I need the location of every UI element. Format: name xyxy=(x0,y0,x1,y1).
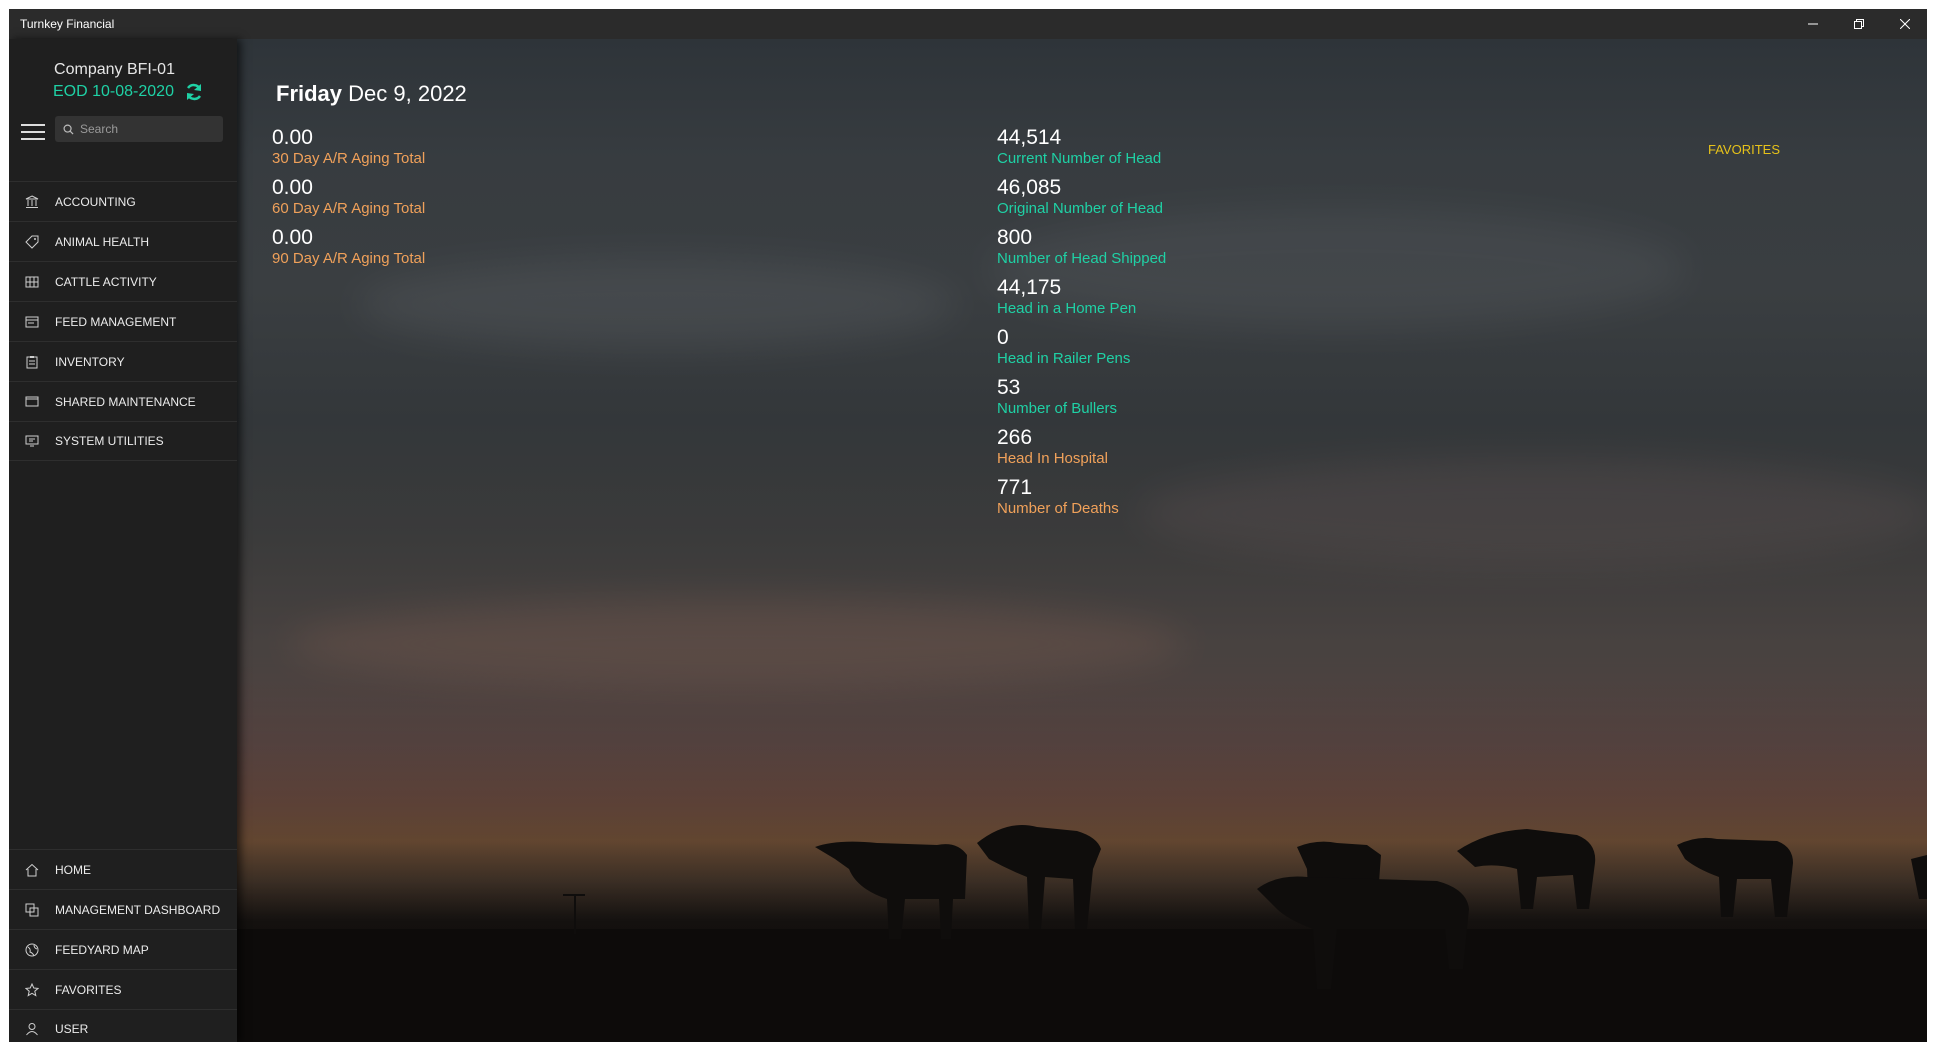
nav-item-label: USER xyxy=(55,1022,89,1036)
nav-item-label: INVENTORY xyxy=(55,354,125,369)
original-head-stat: 46,085 Original Number of Head xyxy=(997,176,1163,217)
close-icon xyxy=(1900,19,1910,29)
hamburger-menu-icon[interactable] xyxy=(21,124,45,140)
stat-label: 90 Day A/R Aging Total xyxy=(272,250,426,267)
app-window: Turnkey Financial Company BFI-01 EOD 10-… xyxy=(9,9,1927,1042)
stat-value: 0.00 xyxy=(272,176,313,199)
stat-label: Head in Railer Pens xyxy=(997,350,1131,367)
nav-item-home[interactable]: HOME xyxy=(9,849,237,889)
eod-label: EOD 10-08-2020 xyxy=(53,83,174,100)
background-cloud xyxy=(357,259,957,349)
nav-item-animal-health[interactable]: ANIMAL HEALTH xyxy=(9,221,237,261)
stat-value: 44,514 xyxy=(997,126,1062,149)
stat-value: 44,175 xyxy=(997,276,1062,299)
day-name: Friday xyxy=(276,81,343,106)
stat-label: 30 Day A/R Aging Total xyxy=(272,150,426,167)
nav-item-cattle-activity[interactable]: CATTLE ACTIVITY xyxy=(9,261,237,301)
stat-label: Number of Bullers xyxy=(997,400,1118,417)
stat-value: 46,085 xyxy=(997,176,1062,199)
deaths-stat: 771 Number of Deaths xyxy=(997,476,1119,517)
stat-value: 0.00 xyxy=(272,126,313,149)
stat-value: 771 xyxy=(997,476,1033,499)
nav-item-shared-maintenance[interactable]: SHARED MAINTENANCE xyxy=(9,381,237,421)
title-bar: Turnkey Financial xyxy=(9,9,1927,39)
date-text: Dec 9, 2022 xyxy=(348,81,467,106)
nav-item-label: FEED MANAGEMENT xyxy=(55,314,177,329)
grid-icon xyxy=(24,274,40,290)
aging-30-stat: 0.00 30 Day A/R Aging Total xyxy=(272,126,425,167)
nav-item-label: MANAGEMENT DASHBOARD xyxy=(55,902,221,917)
clipboard-icon xyxy=(24,354,40,370)
restore-icon xyxy=(1854,19,1864,29)
search-input[interactable] xyxy=(80,122,210,136)
stat-value: 800 xyxy=(997,226,1033,249)
minimize-button[interactable] xyxy=(1790,9,1836,39)
company-name: Company BFI-01 xyxy=(54,61,175,78)
nav-item-label: ACCOUNTING xyxy=(55,194,136,209)
favorites-link[interactable]: FAVORITES xyxy=(1708,142,1780,157)
globe-icon xyxy=(24,942,40,958)
close-button[interactable] xyxy=(1882,9,1927,39)
nav-item-accounting[interactable]: ACCOUNTING xyxy=(9,181,237,221)
star-icon xyxy=(24,982,40,998)
nav-item-label: CATTLE ACTIVITY xyxy=(55,274,157,289)
nav-item-label: HOME xyxy=(55,862,91,877)
home-pen-stat: 44,175 Head in a Home Pen xyxy=(997,276,1136,317)
stat-value: 53 xyxy=(997,376,1021,399)
head-shipped-stat: 800 Number of Head Shipped xyxy=(997,226,1166,267)
eod-date: EOD 10-08-2020 xyxy=(53,82,204,102)
nav-item-inventory[interactable]: INVENTORY xyxy=(9,341,237,381)
dashboard-main: Friday Dec 9, 2022 0.00 30 Day A/R Aging… xyxy=(237,39,1927,1042)
stat-label: Head in a Home Pen xyxy=(997,300,1137,317)
app-title: Turnkey Financial xyxy=(20,17,115,31)
nav-item-label: SHARED MAINTENANCE xyxy=(55,394,196,409)
bank-icon xyxy=(24,194,40,210)
utilities-icon xyxy=(24,433,40,449)
railer-pens-stat: 0 Head in Railer Pens xyxy=(997,326,1130,367)
bullers-stat: 53 Number of Bullers xyxy=(997,376,1117,417)
search-box xyxy=(55,116,223,142)
aging-90-stat: 0.00 90 Day A/R Aging Total xyxy=(272,226,425,267)
stat-value: 266 xyxy=(997,426,1033,449)
refresh-icon[interactable] xyxy=(184,82,204,102)
stat-label: Number of Head Shipped xyxy=(997,250,1167,267)
stat-label: 60 Day A/R Aging Total xyxy=(272,200,426,217)
nav-item-feed-management[interactable]: FEED MANAGEMENT xyxy=(9,301,237,341)
nav-item-feedyard-map[interactable]: FEEDYARD MAP xyxy=(9,929,237,969)
nav-item-favorites[interactable]: FAVORITES xyxy=(9,969,237,1009)
dashboard-icon xyxy=(24,902,40,918)
nav-item-management-dashboard[interactable]: MANAGEMENT DASHBOARD xyxy=(9,889,237,929)
nav-item-label: SYSTEM UTILITIES xyxy=(55,434,164,448)
hospital-stat: 266 Head In Hospital xyxy=(997,426,1108,467)
stat-label: Head In Hospital xyxy=(997,450,1108,467)
nav-item-system-utilities[interactable]: SYSTEM UTILITIES xyxy=(9,421,237,461)
nav-item-label: ANIMAL HEALTH xyxy=(55,234,150,249)
nav-item-label: FEEDYARD MAP xyxy=(55,942,149,957)
nav-primary: ACCOUNTING ANIMAL HEALTH CATTLE ACTIVITY… xyxy=(9,181,237,461)
stat-label: Current Number of Head xyxy=(997,150,1162,167)
tag-icon xyxy=(24,234,40,250)
nav-secondary: HOME MANAGEMENT DASHBOARD FEEDYARD MAP F… xyxy=(9,849,237,1042)
date-header: Friday Dec 9, 2022 xyxy=(276,81,467,107)
stat-value: 0 xyxy=(997,326,1009,349)
monitor-icon xyxy=(24,394,40,410)
cattle-silhouette-image xyxy=(237,825,1927,1042)
background-cloud xyxy=(1137,459,1927,569)
minimize-icon xyxy=(1808,23,1818,25)
search-icon xyxy=(63,124,74,135)
home-icon xyxy=(24,862,40,878)
sidebar: Company BFI-01 EOD 10-08-2020 ACCOUNTING… xyxy=(9,39,237,1042)
restore-button[interactable] xyxy=(1836,9,1882,39)
aging-60-stat: 0.00 60 Day A/R Aging Total xyxy=(272,176,425,217)
user-icon xyxy=(24,1021,40,1037)
current-head-stat: 44,514 Current Number of Head xyxy=(997,126,1161,167)
stat-label: Number of Deaths xyxy=(997,500,1119,517)
feed-icon xyxy=(24,314,40,330)
stat-value: 0.00 xyxy=(272,226,313,249)
background-cloud xyxy=(287,599,1187,689)
nav-item-user[interactable]: USER xyxy=(9,1009,237,1042)
nav-item-label: FAVORITES xyxy=(55,982,122,997)
stat-label: Original Number of Head xyxy=(997,200,1163,217)
